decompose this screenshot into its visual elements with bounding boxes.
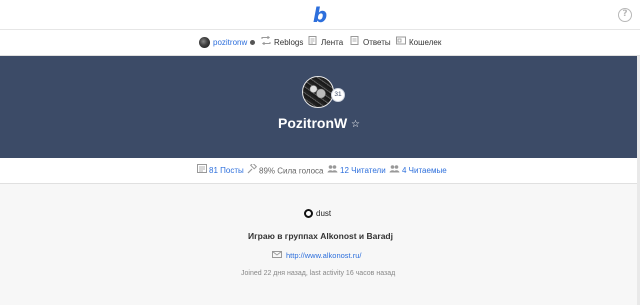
wallet-icon	[396, 36, 409, 50]
nav-item-feed[interactable]: Лента	[308, 36, 343, 50]
replies-icon	[350, 36, 363, 50]
profile-about: dust Играю в группах Alkonost и Baradj h…	[0, 185, 640, 305]
stat-voting-power-label: 89% Сила голоса	[259, 166, 324, 176]
profile-website: http://www.alkonost.ru/	[272, 250, 361, 262]
profile-display-name: PozitronW	[278, 115, 348, 131]
posts-icon	[197, 164, 207, 178]
stat-followers[interactable]: 12 Читатели	[327, 164, 386, 178]
voting-power-icon	[247, 162, 258, 179]
nav-item-wallet[interactable]: Кошелек	[396, 36, 441, 50]
stat-followers-link[interactable]: 12 Читатели	[340, 166, 386, 175]
reblog-icon	[261, 35, 274, 50]
following-icon	[389, 164, 400, 178]
profile-bio: Играю в группах Alkonost и Baradj	[248, 231, 393, 241]
stat-voting-power: 89% Сила голоса	[247, 162, 324, 179]
profile-header: 31 PozitronW ☆	[0, 56, 640, 158]
link-icon	[272, 250, 282, 262]
site-logo[interactable]: b	[310, 3, 330, 27]
nav-label-wallet: Кошелек	[409, 38, 442, 48]
stat-following[interactable]: 4 Читаемые	[389, 164, 447, 178]
top-bar: b ?	[0, 0, 640, 30]
profile-page: b ? pozitronw Reblogs Лента Ответы Кошел…	[0, 0, 640, 305]
website-link[interactable]: http://www.alkonost.ru/	[286, 251, 361, 260]
nav-label-replies: Ответы	[363, 38, 391, 48]
avatar	[199, 37, 210, 49]
profile-avatar[interactable]	[302, 76, 334, 108]
nav-username: pozitronw	[213, 38, 248, 47]
profile-stats: 81 Посты 89% Сила голоса 12 Читатели 4 Ч…	[0, 158, 640, 184]
stat-posts-link[interactable]: 81 Посты	[209, 166, 244, 175]
stat-posts[interactable]: 81 Посты	[197, 164, 244, 178]
profile-nav: pozitronw Reblogs Лента Ответы Кошелек	[0, 30, 640, 56]
dust-icon	[304, 209, 313, 219]
stat-following-link[interactable]: 4 Читаемые	[402, 166, 447, 175]
star-icon[interactable]: ☆	[351, 119, 360, 130]
nav-label-reblogs: Reblogs	[274, 38, 304, 48]
dust-label: dust	[316, 209, 332, 218]
nav-item-blog[interactable]: pozitronw	[199, 36, 256, 50]
nav-item-replies[interactable]: Ответы	[350, 36, 391, 50]
feed-icon	[308, 36, 321, 50]
reputation-badge: 31	[331, 88, 345, 102]
dust-badge: dust	[304, 208, 331, 220]
help-icon[interactable]: ?	[618, 8, 632, 22]
nav-label-feed: Лента	[321, 38, 344, 48]
followers-icon	[327, 164, 338, 178]
online-dot-icon	[250, 40, 256, 46]
nav-item-reblogs[interactable]: Reblogs	[261, 35, 304, 50]
joined-info: Joined 22 дня назад, last activity 16 ча…	[241, 270, 396, 277]
